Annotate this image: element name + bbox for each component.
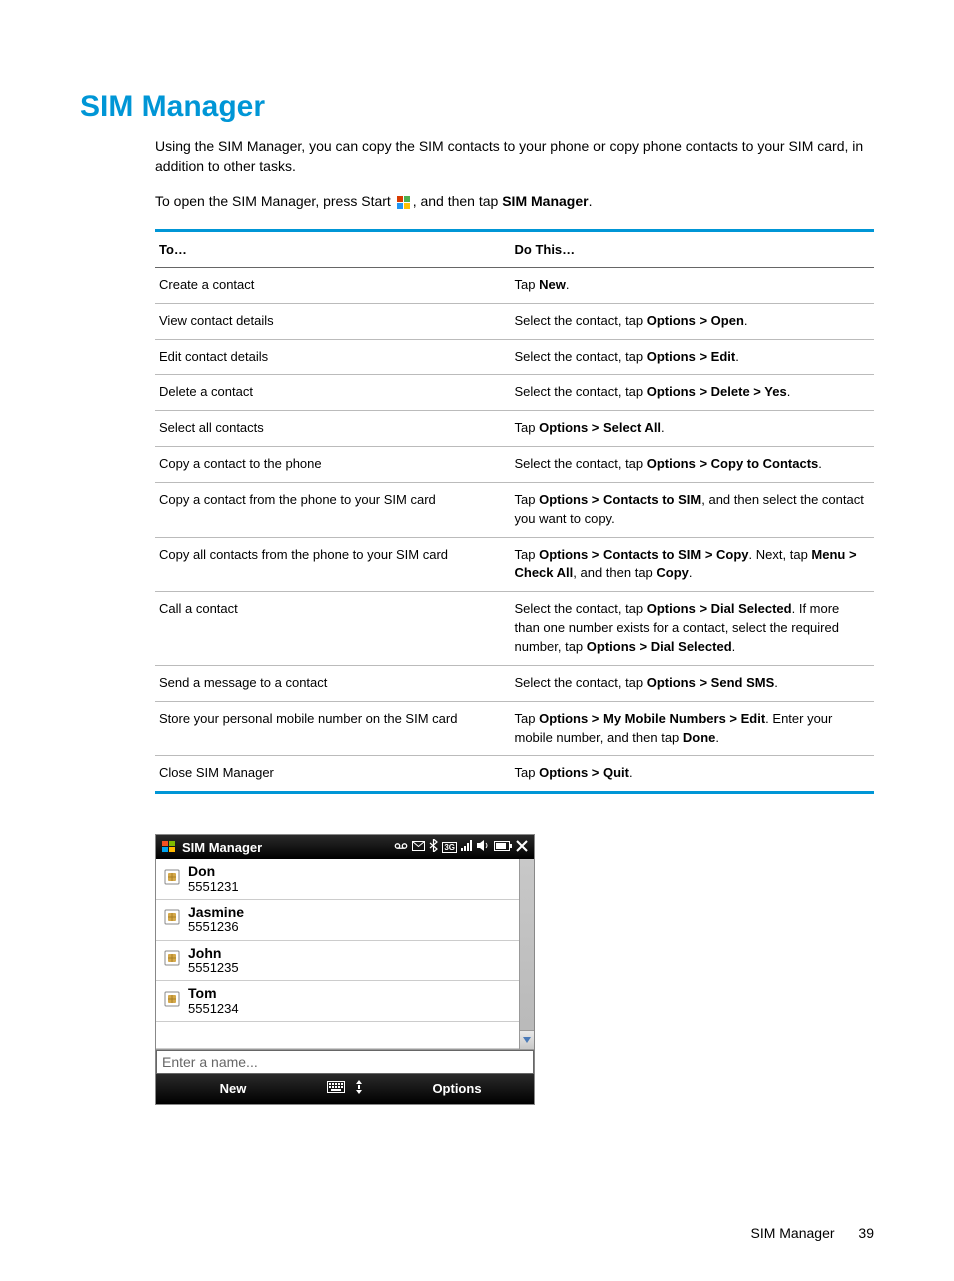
scroll-down-icon[interactable] xyxy=(520,1030,534,1049)
contact-row[interactable]: Tom5551234 xyxy=(156,981,519,1022)
do-cell: Tap Options > Select All. xyxy=(515,411,875,447)
softkey-options[interactable]: Options xyxy=(380,1081,534,1096)
table-row: Create a contactTap New. xyxy=(155,267,874,303)
windows-flag-icon[interactable] xyxy=(162,841,176,853)
table-header-do: Do This… xyxy=(515,230,875,267)
volume-icon xyxy=(477,840,490,854)
task-cell: Delete a contact xyxy=(155,375,515,411)
sim-card-icon xyxy=(164,991,180,1012)
battery-icon xyxy=(494,841,512,854)
sim-card-icon xyxy=(164,909,180,930)
keyboard-icon[interactable] xyxy=(327,1081,345,1096)
3g-icon: 3G xyxy=(442,842,457,853)
bluetooth-icon xyxy=(429,839,438,855)
status-icons: 3G xyxy=(394,839,528,855)
close-icon[interactable] xyxy=(516,840,528,855)
contact-name: John xyxy=(188,946,239,961)
mail-icon xyxy=(412,841,425,854)
contact-number: 5551236 xyxy=(188,920,244,934)
name-input[interactable] xyxy=(156,1050,534,1074)
do-cell: Tap Options > Quit. xyxy=(515,756,875,793)
intro-paragraph: Using the SIM Manager, you can copy the … xyxy=(155,136,874,177)
table-row: Select all contactsTap Options > Select … xyxy=(155,411,874,447)
do-cell: Select the contact, tap Options > Open. xyxy=(515,303,875,339)
phone-screenshot: SIM Manager 3G Don5551231Jasmine5551236J… xyxy=(155,834,535,1105)
footer-label: SIM Manager xyxy=(750,1225,834,1241)
table-row: View contact detailsSelect the contact, … xyxy=(155,303,874,339)
task-cell: Close SIM Manager xyxy=(155,756,515,793)
signal-icon xyxy=(461,840,473,854)
up-down-icon[interactable] xyxy=(355,1080,363,1097)
task-cell: Send a message to a contact xyxy=(155,665,515,701)
task-cell: Store your personal mobile number on the… xyxy=(155,701,515,756)
empty-list-area xyxy=(156,1022,519,1049)
table-row: Edit contact detailsSelect the contact, … xyxy=(155,339,874,375)
table-header-task: To… xyxy=(155,230,515,267)
table-row: Delete a contactSelect the contact, tap … xyxy=(155,375,874,411)
instructions-table: To… Do This… Create a contactTap New.Vie… xyxy=(155,229,874,794)
windows-start-icon xyxy=(397,195,411,209)
do-cell: Tap New. xyxy=(515,267,875,303)
open-pre: To open the SIM Manager, press Start xyxy=(155,193,395,209)
do-cell: Select the contact, tap Options > Copy t… xyxy=(515,447,875,483)
page-footer: SIM Manager 39 xyxy=(80,1225,874,1241)
contact-name: Jasmine xyxy=(188,905,244,920)
scrollbar[interactable] xyxy=(519,859,534,1049)
page-heading: SIM Manager xyxy=(80,90,874,124)
task-cell: Copy a contact from the phone to your SI… xyxy=(155,482,515,537)
do-cell: Select the contact, tap Options > Send S… xyxy=(515,665,875,701)
task-cell: View contact details xyxy=(155,303,515,339)
table-row: Send a message to a contactSelect the co… xyxy=(155,665,874,701)
do-cell: Select the contact, tap Options > Delete… xyxy=(515,375,875,411)
softkey-new[interactable]: New xyxy=(156,1081,310,1096)
open-post: , and then tap xyxy=(413,193,503,209)
phone-softkeys: New Options xyxy=(156,1074,534,1104)
phone-titlebar: SIM Manager 3G xyxy=(156,835,534,859)
do-cell: Tap Options > My Mobile Numbers > Edit. … xyxy=(515,701,875,756)
voicemail-icon xyxy=(394,841,408,854)
do-cell: Select the contact, tap Options > Edit. xyxy=(515,339,875,375)
task-cell: Copy a contact to the phone xyxy=(155,447,515,483)
search-row xyxy=(156,1049,534,1074)
contact-row[interactable]: John5551235 xyxy=(156,941,519,982)
do-cell: Select the contact, tap Options > Dial S… xyxy=(515,592,875,666)
task-cell: Select all contacts xyxy=(155,411,515,447)
open-instruction: To open the SIM Manager, press Start , a… xyxy=(155,191,874,211)
sim-card-icon xyxy=(164,869,180,890)
task-cell: Call a contact xyxy=(155,592,515,666)
footer-page-number: 39 xyxy=(858,1225,874,1241)
open-bold: SIM Manager xyxy=(502,193,588,209)
contact-number: 5551235 xyxy=(188,961,239,975)
contact-number: 5551231 xyxy=(188,880,239,894)
table-row: Close SIM ManagerTap Options > Quit. xyxy=(155,756,874,793)
do-cell: Tap Options > Contacts to SIM, and then … xyxy=(515,482,875,537)
sim-card-icon xyxy=(164,950,180,971)
table-row: Copy all contacts from the phone to your… xyxy=(155,537,874,592)
task-cell: Copy all contacts from the phone to your… xyxy=(155,537,515,592)
do-cell: Tap Options > Contacts to SIM > Copy. Ne… xyxy=(515,537,875,592)
contact-list: Don5551231Jasmine5551236John5551235Tom55… xyxy=(156,859,519,1049)
open-end: . xyxy=(589,193,593,209)
task-cell: Edit contact details xyxy=(155,339,515,375)
contact-row[interactable]: Don5551231 xyxy=(156,859,519,900)
contact-name: Don xyxy=(188,864,239,879)
phone-title: SIM Manager xyxy=(182,840,262,855)
document-page: SIM Manager Using the SIM Manager, you c… xyxy=(0,0,954,1281)
table-row: Store your personal mobile number on the… xyxy=(155,701,874,756)
contact-name: Tom xyxy=(188,986,239,1001)
table-row: Call a contactSelect the contact, tap Op… xyxy=(155,592,874,666)
table-row: Copy a contact to the phoneSelect the co… xyxy=(155,447,874,483)
task-cell: Create a contact xyxy=(155,267,515,303)
contact-row[interactable]: Jasmine5551236 xyxy=(156,900,519,941)
table-row: Copy a contact from the phone to your SI… xyxy=(155,482,874,537)
phone-body: Don5551231Jasmine5551236John5551235Tom55… xyxy=(156,859,534,1049)
contact-number: 5551234 xyxy=(188,1002,239,1016)
